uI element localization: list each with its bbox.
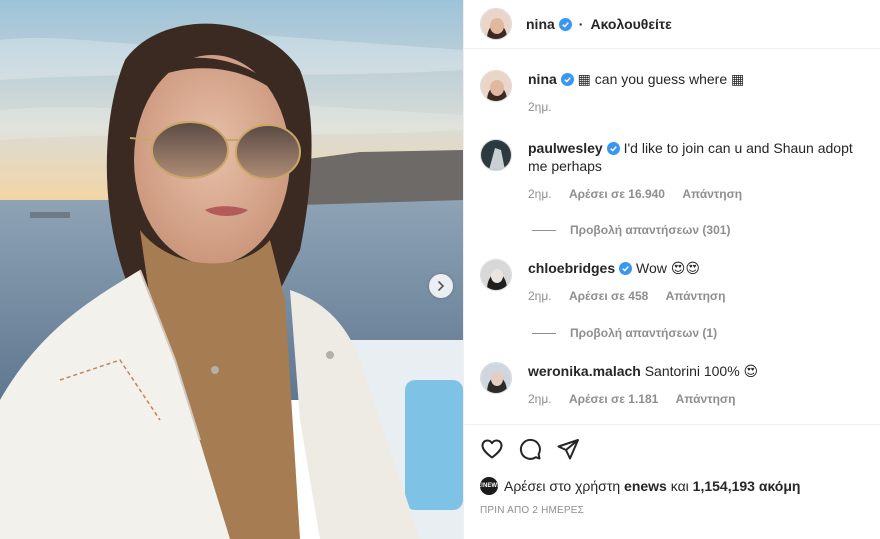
- post-actions: E!NEWS Αρέσει στο χρήστη enews και 1,154…: [464, 424, 880, 539]
- comment-item: chloebridges Wow 😍😍 2ημ. Αρέσει σε 458 Α…: [480, 259, 864, 303]
- author-avatar[interactable]: [480, 8, 512, 40]
- comment-likes[interactable]: Αρέσει σε 1.181: [569, 392, 658, 406]
- comment-time[interactable]: 2ημ.: [528, 289, 552, 303]
- commenter-avatar[interactable]: [480, 259, 512, 291]
- caption-text: can you guess where: [594, 71, 728, 87]
- view-replies-button[interactable]: Προβολή απαντήσεων (1): [532, 326, 717, 340]
- commenter-username[interactable]: paulwesley: [528, 140, 603, 156]
- comment-time[interactable]: 2ημ.: [528, 187, 552, 201]
- view-replies-label: Προβολή απαντήσεων (1): [570, 326, 718, 340]
- view-replies-button[interactable]: Προβολή απαντήσεων (301): [532, 223, 730, 237]
- comment-item: weronika.malach Santorini 100% 😍 2ημ. Αρ…: [480, 362, 864, 406]
- commenter-username[interactable]: chloebridges: [528, 260, 615, 276]
- commenter-avatar[interactable]: [480, 362, 512, 394]
- replies-divider: [532, 229, 556, 231]
- following-button[interactable]: Ακολουθείτε: [590, 16, 671, 32]
- comments-list: nina ▦ can you guess where ▦ 2ημ. paulwe…: [464, 50, 880, 423]
- caption-username[interactable]: nina: [528, 71, 557, 87]
- header-separator: ·: [578, 16, 584, 32]
- post-timestamp[interactable]: ΠΡΙΝ ΑΠΟ 2 ΗΜΕΡΕΣ: [480, 505, 584, 516]
- chevron-right-icon: [438, 281, 445, 291]
- comment-text: Santorini 100% 😍: [644, 363, 759, 379]
- comment-icon[interactable]: [518, 437, 542, 461]
- commenter-avatar[interactable]: [480, 139, 512, 171]
- caption-avatar[interactable]: [480, 70, 512, 102]
- comment-item: paulwesley I'd like to join can u and Sh…: [480, 139, 864, 201]
- caption-time[interactable]: 2ημ.: [528, 100, 552, 114]
- reply-button[interactable]: Απάντηση: [682, 187, 742, 201]
- next-image-button[interactable]: [429, 274, 453, 298]
- photo-illustration: [0, 0, 463, 539]
- verified-badge-icon: [619, 262, 633, 275]
- verified-badge-icon: [560, 73, 574, 86]
- likes-count[interactable]: 1,154,193 ακόμη: [693, 478, 801, 494]
- comment-time[interactable]: 2ημ.: [528, 392, 552, 406]
- comment-text: Wow 😍😍: [636, 260, 700, 276]
- liker-avatar[interactable]: E!NEWS: [477, 477, 501, 495]
- replies-divider: [532, 332, 556, 334]
- likes-summary[interactable]: E!NEWS Αρέσει στο χρήστη enews και 1,154…: [477, 477, 801, 495]
- instagram-post-view: nina · Ακολουθείτε nina ▦ can you guess …: [0, 0, 880, 539]
- heart-icon[interactable]: [480, 437, 504, 461]
- verified-badge-icon: [558, 17, 572, 31]
- comment-likes[interactable]: Αρέσει σε 458: [569, 289, 648, 303]
- author-username[interactable]: nina: [526, 16, 555, 32]
- caption: nina ▦ can you guess where ▦ 2ημ.: [480, 70, 864, 114]
- verified-badge-icon: [606, 142, 620, 155]
- likes-conjunction: και: [670, 478, 689, 494]
- liker-username[interactable]: enews: [624, 478, 667, 494]
- post-header: nina · Ακολουθείτε: [464, 0, 880, 49]
- likes-prefix: Αρέσει στο χρήστη: [504, 478, 621, 494]
- post-photo[interactable]: [0, 0, 463, 539]
- reply-button[interactable]: Απάντηση: [666, 289, 726, 303]
- action-icons: [480, 437, 580, 461]
- reply-button[interactable]: Απάντηση: [676, 392, 736, 406]
- share-icon[interactable]: [556, 437, 580, 461]
- caption-emoji-end: ▦: [731, 71, 745, 87]
- view-replies-label: Προβολή απαντήσεων (301): [570, 223, 731, 237]
- commenter-username[interactable]: weronika.malach: [528, 363, 641, 379]
- post-sidebar: nina · Ακολουθείτε nina ▦ can you guess …: [463, 0, 880, 539]
- comment-likes[interactable]: Αρέσει σε 16.940: [569, 187, 665, 201]
- caption-emoji-start: ▦: [577, 71, 591, 87]
